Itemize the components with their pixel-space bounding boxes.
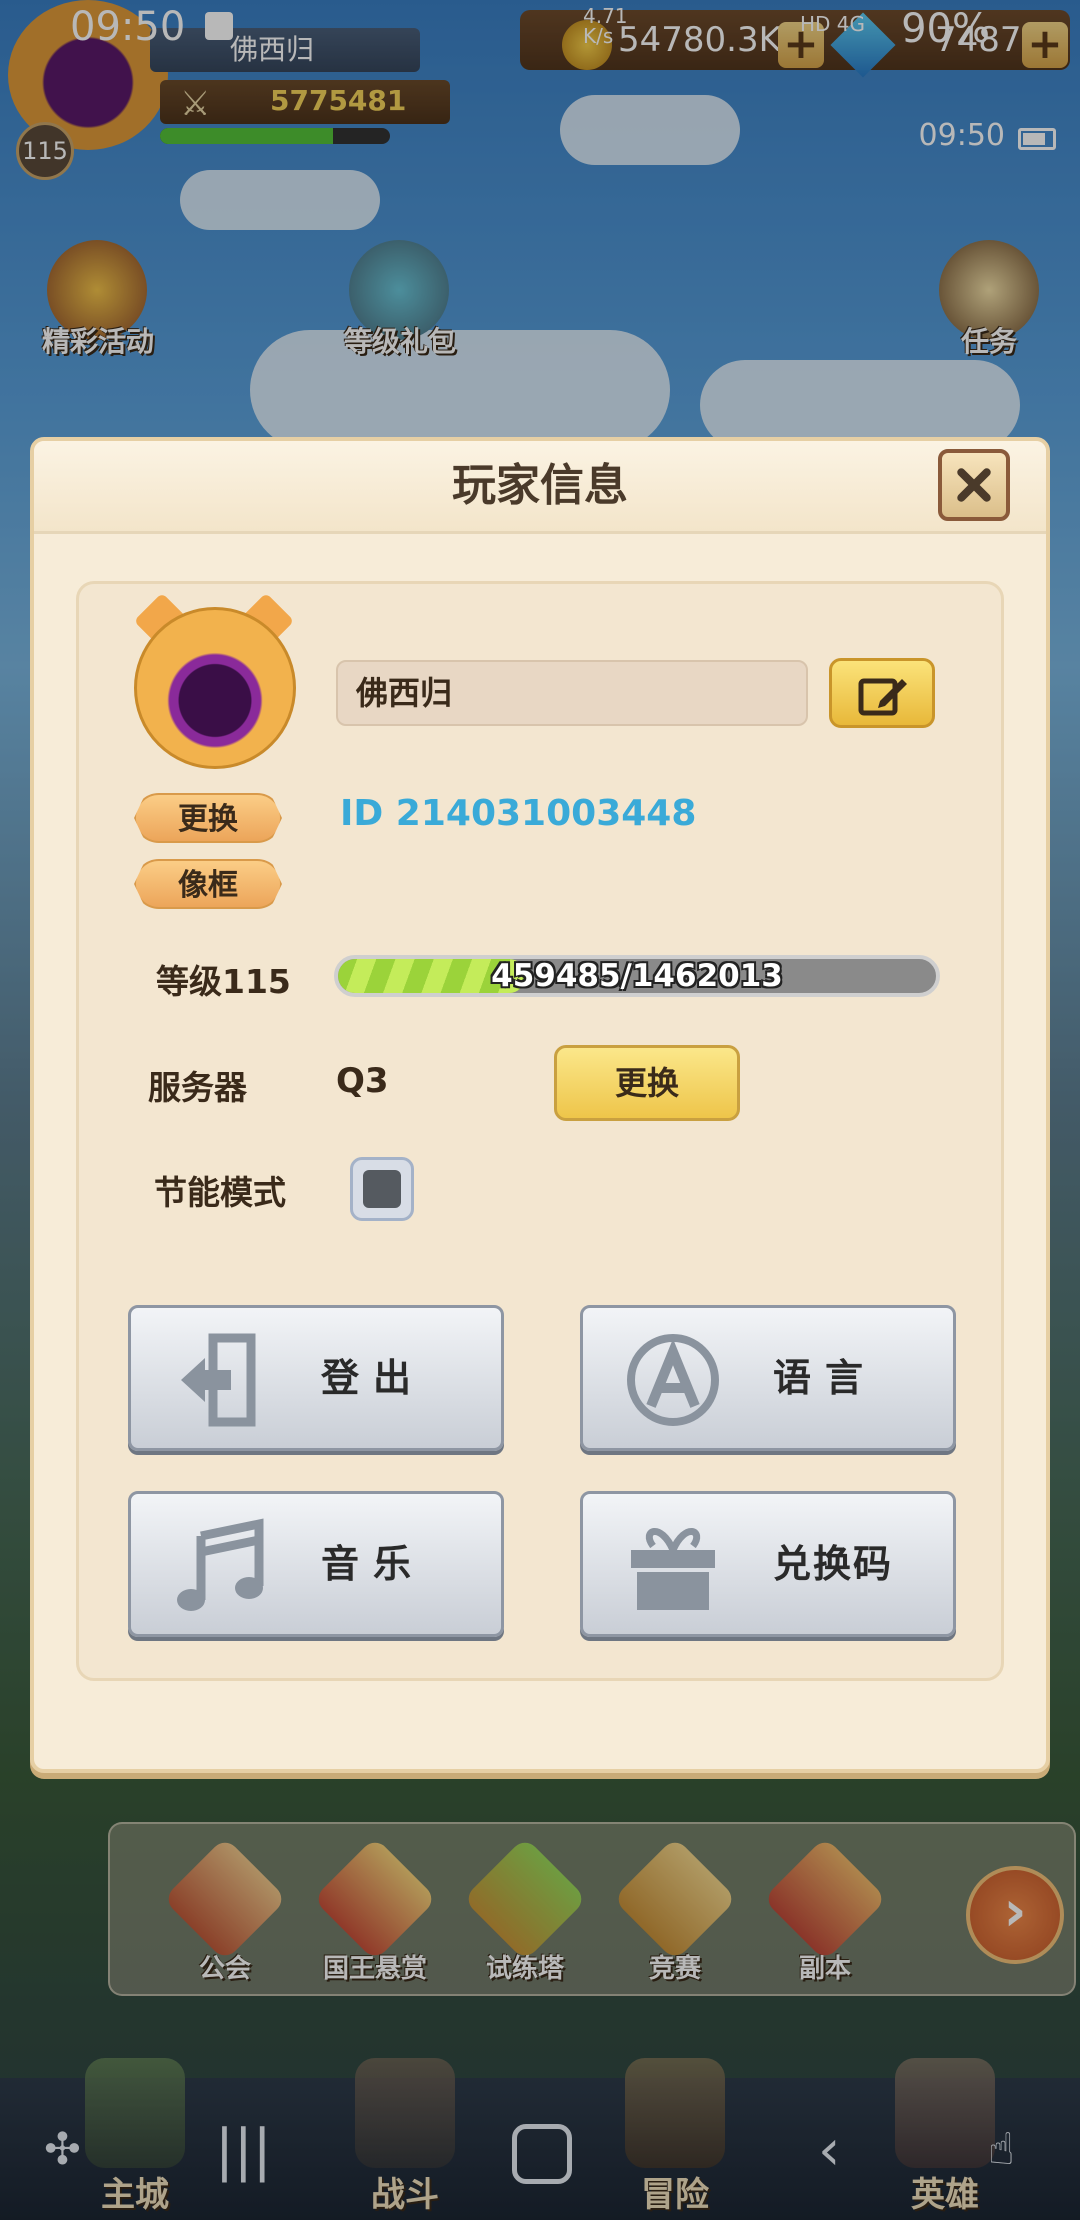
server-label: 服务器 (148, 1068, 247, 1107)
music-note-icon (177, 1518, 264, 1611)
avatar-frame-button[interactable]: 像框 (134, 859, 282, 909)
player-info-dialog: 玩家信息 佛西归 更换 像框 ID 214031003448 等级115 459… (30, 437, 1050, 1773)
server-value: Q3 (336, 1061, 389, 1101)
dialog-title: 玩家信息 (34, 441, 1046, 534)
close-button[interactable] (938, 449, 1010, 521)
language-a-icon (627, 1334, 719, 1426)
logout-door-icon (181, 1333, 256, 1427)
language-label: 语言 (773, 1356, 878, 1400)
player-id: ID 214031003448 (340, 793, 697, 834)
redeem-code-label: 兑换码 (773, 1542, 894, 1586)
edit-name-button[interactable] (829, 658, 935, 728)
music-label: 音乐 (321, 1542, 426, 1586)
level-label: 等级115 (156, 962, 291, 1001)
logout-button[interactable]: 登出 (128, 1305, 504, 1451)
gift-icon (631, 1528, 715, 1610)
language-button[interactable]: 语言 (580, 1305, 956, 1451)
change-avatar-button[interactable]: 更换 (134, 793, 282, 843)
redeem-code-button[interactable]: 兑换码 (580, 1491, 956, 1637)
change-server-button[interactable]: 更换 (554, 1045, 740, 1121)
level-progress-text: 459485/1462013 (491, 958, 783, 994)
player-name-field[interactable]: 佛西归 (336, 660, 808, 726)
energy-saving-checkbox[interactable] (350, 1157, 414, 1221)
pencil-edit-icon (858, 678, 907, 716)
logout-label: 登出 (321, 1356, 426, 1400)
player-avatar-large[interactable] (134, 607, 296, 769)
energy-saving-label: 节能模式 (154, 1173, 286, 1212)
music-button[interactable]: 音乐 (128, 1491, 504, 1637)
